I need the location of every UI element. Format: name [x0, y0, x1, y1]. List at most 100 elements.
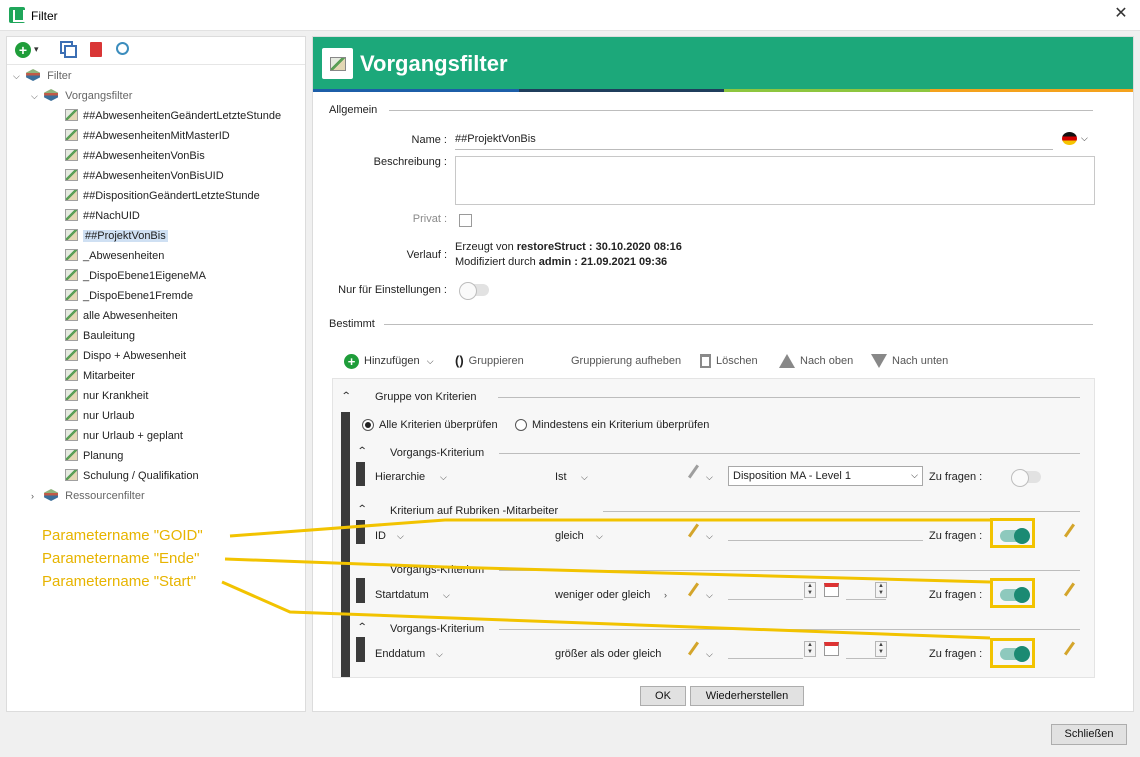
collapse-criterion-icon[interactable]: ⌃: [357, 446, 368, 457]
tree-root[interactable]: ⌵ Filter: [13, 67, 72, 85]
pencil-icon[interactable]: [687, 523, 700, 538]
tree-group-ressourcenfilter[interactable]: › Ressourcenfilter: [31, 487, 145, 505]
calendar-icon[interactable]: [824, 583, 839, 597]
criterion-operator[interactable]: größer als oder gleich: [555, 648, 661, 660]
criterion-field[interactable]: ID: [375, 530, 386, 542]
move-up-button[interactable]: Nach oben: [779, 353, 853, 369]
criterion-value-select[interactable]: Disposition MA - Level 1 ⌵: [728, 466, 923, 486]
tree-item[interactable]: alle Abwesenheiten: [65, 307, 178, 325]
tree-item-label: _Abwesenheiten: [83, 250, 165, 262]
tree-item[interactable]: ##AbwesenheitenMitMasterID: [65, 127, 230, 145]
chevron-down-icon[interactable]: ⌵: [706, 590, 713, 601]
chevron-down-icon[interactable]: ⌵: [440, 472, 447, 483]
name-input[interactable]: ##ProjektVonBis: [455, 129, 1053, 150]
copy-icon-front[interactable]: [64, 45, 77, 58]
radio-any-criterion[interactable]: [515, 419, 527, 431]
window-title: Filter: [31, 9, 58, 23]
chevron-down-icon[interactable]: ⌵: [443, 590, 450, 601]
tree-group-vorgangsfilter[interactable]: ⌵ Vorgangsfilter: [31, 87, 132, 105]
end-date-input[interactable]: [728, 643, 803, 659]
add-criterion-button[interactable]: + Hinzufügen ⌵: [344, 353, 434, 369]
tree-item[interactable]: _DispoEbene1EigeneMA: [65, 267, 206, 285]
delete-icon[interactable]: [90, 42, 102, 57]
tree-item[interactable]: nur Urlaub + geplant: [65, 427, 183, 445]
filter-item-icon: [65, 369, 78, 381]
chevron-down-icon[interactable]: ⌵: [397, 531, 404, 542]
tree-item[interactable]: ##AbwesenheitenVonBisUID: [65, 167, 224, 185]
delete-button[interactable]: Löschen: [700, 353, 758, 369]
tree-item[interactable]: ##NachUID: [65, 207, 140, 225]
tree-item[interactable]: ##AbwesenheitenVonBis: [65, 147, 205, 165]
collapse-criterion-icon[interactable]: ⌃: [357, 622, 368, 633]
chevron-down-icon[interactable]: ⌵: [706, 531, 713, 542]
filter-item-icon: [65, 189, 78, 201]
close-button[interactable]: Schließen: [1051, 724, 1127, 745]
ask-toggle[interactable]: [1011, 469, 1041, 487]
move-down-button[interactable]: Nach unten: [871, 353, 948, 369]
chevron-down-icon[interactable]: ⌵: [436, 649, 443, 660]
tree-item[interactable]: Schulung / Qualifikation: [65, 467, 199, 485]
criterion-operator[interactable]: weniger oder gleich: [555, 589, 650, 601]
tree-item[interactable]: ##AbwesenheitenGeändertLetzteStunde: [65, 107, 281, 125]
restore-button[interactable]: Wiederherstellen: [690, 686, 804, 706]
filter-item-icon: [65, 209, 78, 221]
collapse-criterion-icon[interactable]: ⌃: [357, 562, 368, 573]
collapse-group-icon[interactable]: ⌃: [341, 391, 352, 402]
ungroup-button[interactable]: Gruppierung aufheben: [571, 353, 681, 369]
chevron-down-icon[interactable]: ⌵: [706, 649, 713, 660]
chevron-down-icon[interactable]: ▾: [34, 44, 44, 60]
group-button[interactable]: () Gruppieren: [455, 353, 524, 369]
tree-item[interactable]: Mitarbeiter: [65, 367, 135, 385]
parameter-pencil-icon[interactable]: [1063, 641, 1076, 656]
tree-item[interactable]: _DispoEbene1Fremde: [65, 287, 193, 305]
end-time-spinner[interactable]: ▲ ▼: [875, 641, 887, 657]
start-date-input[interactable]: [728, 584, 803, 600]
criterion-field[interactable]: Startdatum: [375, 589, 429, 601]
trash-icon: [700, 354, 711, 369]
close-window-button[interactable]: ✕: [1112, 5, 1130, 23]
criterion-operator[interactable]: Ist: [555, 471, 567, 483]
collapse-icon[interactable]: ⌵: [13, 67, 23, 85]
beschreibung-textarea[interactable]: [455, 156, 1095, 205]
criterion-divider: [499, 453, 1080, 454]
expand-icon[interactable]: ›: [31, 487, 41, 505]
annotation-box-ende: [990, 578, 1035, 608]
privat-checkbox[interactable]: [459, 214, 472, 227]
start-date-spinner[interactable]: ▲ ▼: [804, 582, 816, 598]
criterion-value-input[interactable]: [728, 525, 923, 541]
find-icon[interactable]: [116, 42, 129, 55]
pencil-icon[interactable]: [687, 641, 700, 656]
tree-item[interactable]: ##DispositionGeändertLetzteStunde: [65, 187, 260, 205]
ask-label: Zu fragen :: [929, 589, 983, 601]
chevron-down-icon[interactable]: ⌵: [596, 531, 603, 542]
criterion-operator[interactable]: gleich: [555, 530, 584, 542]
collapse-criterion-icon[interactable]: ⌃: [357, 504, 368, 515]
pencil-icon[interactable]: [687, 464, 700, 479]
chevron-right-icon[interactable]: ›: [664, 590, 667, 600]
chevron-down-icon[interactable]: ⌵: [706, 472, 713, 483]
chevron-down-icon[interactable]: ⌵: [1081, 133, 1088, 144]
pencil-icon[interactable]: [687, 582, 700, 597]
collapse-icon[interactable]: ⌵: [31, 87, 41, 105]
criterion-title: Vorgangs-Kriterium: [390, 623, 485, 635]
calendar-icon[interactable]: [824, 642, 839, 656]
parameter-pencil-icon[interactable]: [1063, 523, 1076, 538]
tree-item[interactable]: nur Krankheit: [65, 387, 148, 405]
nur-fuer-einstellungen-toggle[interactable]: [459, 282, 489, 300]
radio-all-criteria[interactable]: [362, 419, 374, 431]
ok-button[interactable]: OK: [640, 686, 686, 706]
tree-item[interactable]: ##ProjektVonBis: [65, 227, 168, 245]
german-flag-icon[interactable]: [1062, 132, 1077, 145]
add-icon[interactable]: +: [15, 42, 31, 58]
tree-item[interactable]: _Abwesenheiten: [65, 247, 164, 265]
tree-item[interactable]: Planung: [65, 447, 123, 465]
tree-item[interactable]: Dispo + Abwesenheit: [65, 347, 186, 365]
criterion-field[interactable]: Hierarchie: [375, 471, 425, 483]
criterion-field[interactable]: Enddatum: [375, 648, 425, 660]
chevron-down-icon[interactable]: ⌵: [581, 472, 588, 483]
tree-item[interactable]: Bauleitung: [65, 327, 135, 345]
start-time-spinner[interactable]: ▲ ▼: [875, 582, 887, 598]
tree-item[interactable]: nur Urlaub: [65, 407, 134, 425]
end-date-spinner[interactable]: ▲ ▼: [804, 641, 816, 657]
parameter-pencil-icon[interactable]: [1063, 582, 1076, 597]
